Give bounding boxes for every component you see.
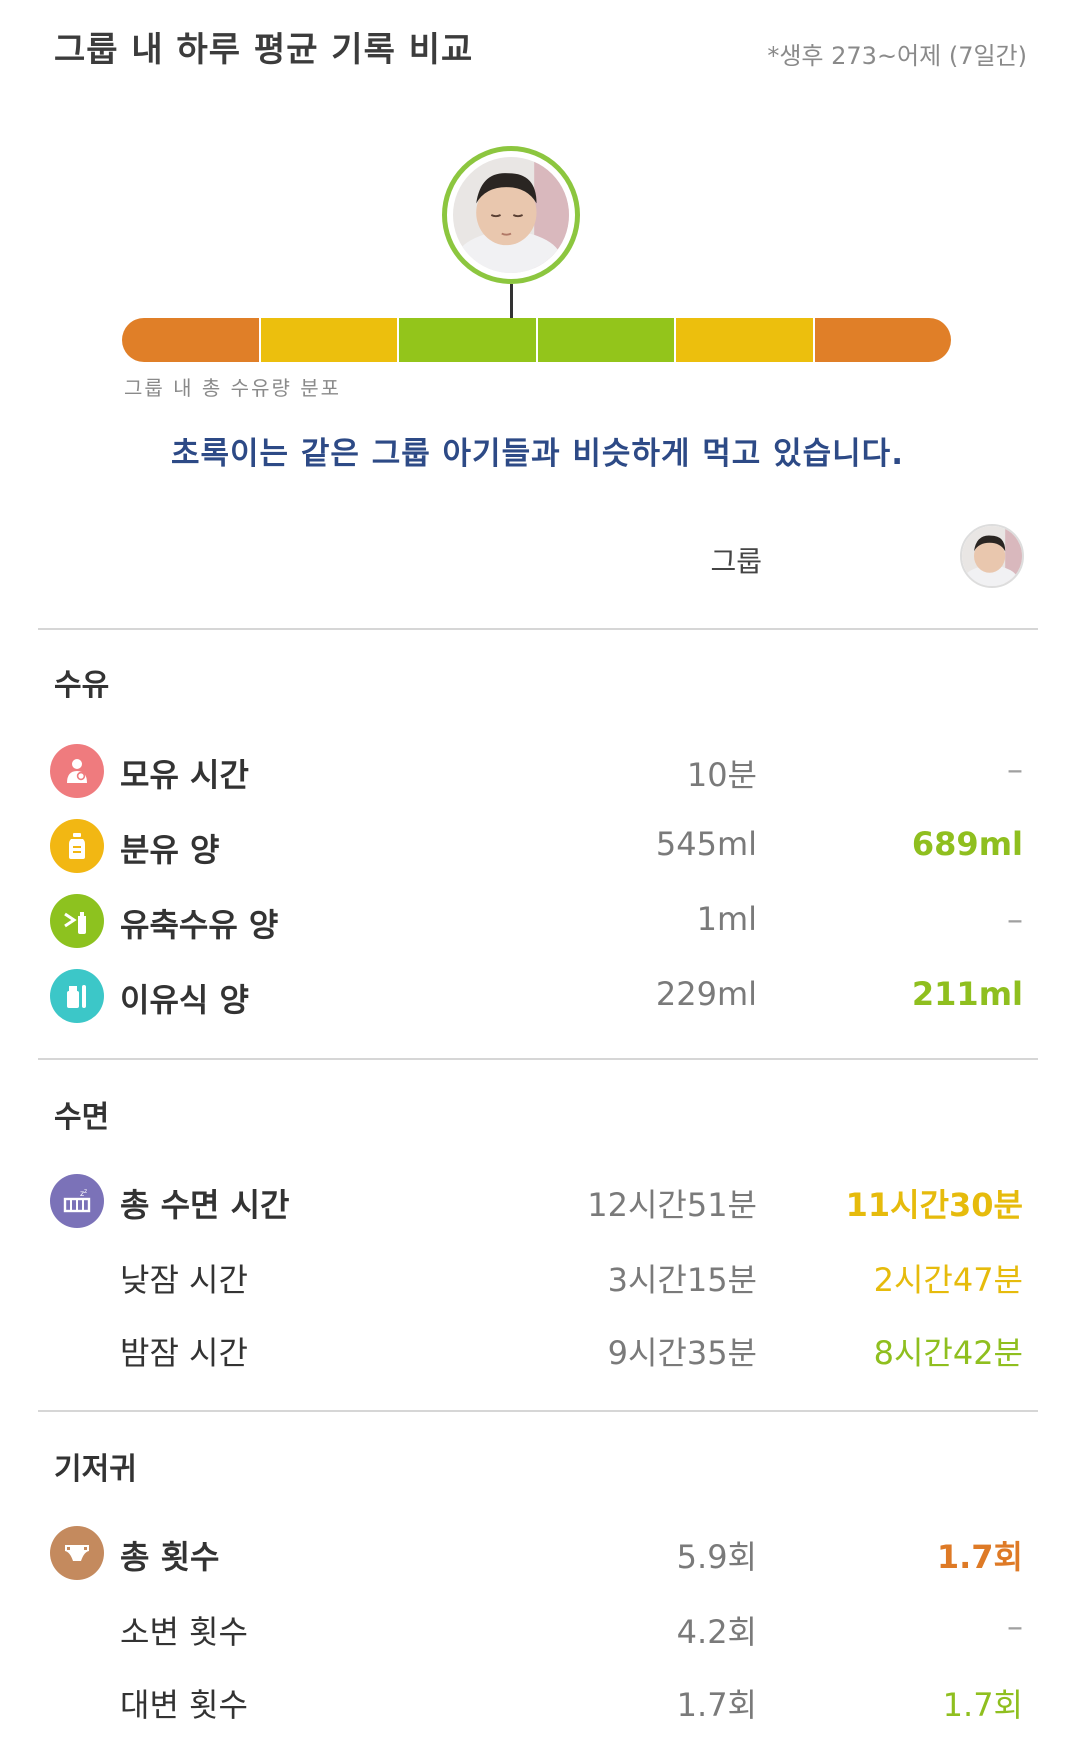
row-baby-food-amount: 이유식 양 229ml 211ml bbox=[0, 965, 1075, 1025]
group-value: 9시간35분 bbox=[607, 1334, 757, 1372]
group-value: 1ml bbox=[696, 900, 757, 938]
row-pumped-milk-amount: 유축수유 양 1ml – bbox=[0, 890, 1075, 950]
group-value: 4.2회 bbox=[676, 1613, 757, 1651]
row-label: 모유 시간 bbox=[120, 756, 249, 794]
baby-food-icon bbox=[50, 969, 104, 1023]
breastfeeding-icon bbox=[50, 744, 104, 798]
distribution-segment-4 bbox=[537, 318, 676, 362]
divider bbox=[38, 1410, 1038, 1412]
distribution-segment-6 bbox=[814, 318, 951, 362]
baby-photo-icon bbox=[962, 526, 1022, 586]
row-label: 총 수면 시간 bbox=[120, 1186, 290, 1224]
group-value: 12시간51분 bbox=[587, 1186, 757, 1224]
divider bbox=[38, 1058, 1038, 1060]
baby-value: 2시간47분 bbox=[873, 1261, 1023, 1299]
row-formula-amount: 분유 양 545ml 689ml bbox=[0, 815, 1075, 875]
row-label: 총 횟수 bbox=[120, 1538, 220, 1576]
baby-value: 1.7회 bbox=[936, 1538, 1023, 1576]
baby-value: – bbox=[1007, 750, 1023, 788]
group-value: 5.9회 bbox=[676, 1538, 757, 1576]
row-label: 밤잠 시간 bbox=[120, 1334, 248, 1372]
distribution-segment-2 bbox=[260, 318, 399, 362]
baby-avatar-marker bbox=[442, 146, 580, 284]
distribution-bar bbox=[122, 318, 951, 362]
row-stool-count: 대변 횟수 1.7회 1.7회 bbox=[0, 1670, 1075, 1730]
comparison-message: 초록이는 같은 그룹 아기들과 비슷하게 먹고 있습니다. bbox=[171, 436, 904, 472]
baby-value: 211ml bbox=[911, 975, 1023, 1013]
distribution-segment-1 bbox=[122, 318, 261, 362]
section-title-sleep: 수면 bbox=[54, 1100, 110, 1135]
group-value: 3시간15분 bbox=[607, 1261, 757, 1299]
row-label: 낮잠 시간 bbox=[120, 1261, 248, 1299]
row-urine-count: 소변 횟수 4.2회 – bbox=[0, 1597, 1075, 1657]
group-value: 545ml bbox=[655, 825, 757, 863]
baby-value: – bbox=[1007, 900, 1023, 938]
crib-icon: zz bbox=[50, 1174, 104, 1228]
column-header-group: 그룹 bbox=[710, 545, 762, 578]
column-header-baby-avatar bbox=[960, 524, 1024, 588]
row-label: 유축수유 양 bbox=[120, 906, 279, 944]
row-night-sleep-time: 밤잠 시간 9시간35분 8시간42분 bbox=[0, 1318, 1075, 1378]
distribution-label: 그룹 내 총 수유량 분포 bbox=[124, 376, 342, 400]
baby-value: 11시간30분 bbox=[845, 1186, 1023, 1224]
group-value: 1.7회 bbox=[676, 1686, 757, 1724]
row-total-sleep-time: zz 총 수면 시간 12시간51분 11시간30분 bbox=[0, 1170, 1075, 1230]
baby-value: – bbox=[1007, 1607, 1023, 1645]
row-label: 소변 횟수 bbox=[120, 1613, 248, 1651]
section-title-diaper: 기저귀 bbox=[54, 1452, 137, 1487]
distribution-segment-5 bbox=[676, 318, 815, 362]
diaper-icon bbox=[50, 1526, 104, 1580]
baby-value: 8시간42분 bbox=[873, 1334, 1023, 1372]
row-breastfeeding-time: 모유 시간 10분 – bbox=[0, 740, 1075, 800]
row-label: 이유식 양 bbox=[120, 981, 249, 1019]
row-nap-time: 낮잠 시간 3시간15분 2시간47분 bbox=[0, 1245, 1075, 1305]
baby-photo-icon bbox=[453, 157, 569, 273]
row-label: 대변 횟수 bbox=[120, 1686, 248, 1724]
row-total-diaper-count: 총 횟수 5.9회 1.7회 bbox=[0, 1522, 1075, 1582]
svg-text:z: z bbox=[84, 1188, 87, 1195]
page-title: 그룹 내 하루 평균 기록 비교 bbox=[54, 30, 474, 70]
distribution-segment-3 bbox=[399, 318, 538, 362]
baby-value: 1.7회 bbox=[942, 1686, 1023, 1724]
formula-bottle-icon bbox=[50, 819, 104, 873]
pumped-milk-icon bbox=[50, 894, 104, 948]
baby-value: 689ml bbox=[911, 825, 1023, 863]
divider bbox=[38, 628, 1038, 630]
period-note: *생후 273~어제 (7일간) bbox=[767, 42, 1027, 70]
group-value: 229ml bbox=[655, 975, 757, 1013]
row-label: 분유 양 bbox=[120, 831, 220, 869]
section-title-feeding: 수유 bbox=[54, 668, 110, 703]
group-value: 10분 bbox=[686, 756, 757, 794]
